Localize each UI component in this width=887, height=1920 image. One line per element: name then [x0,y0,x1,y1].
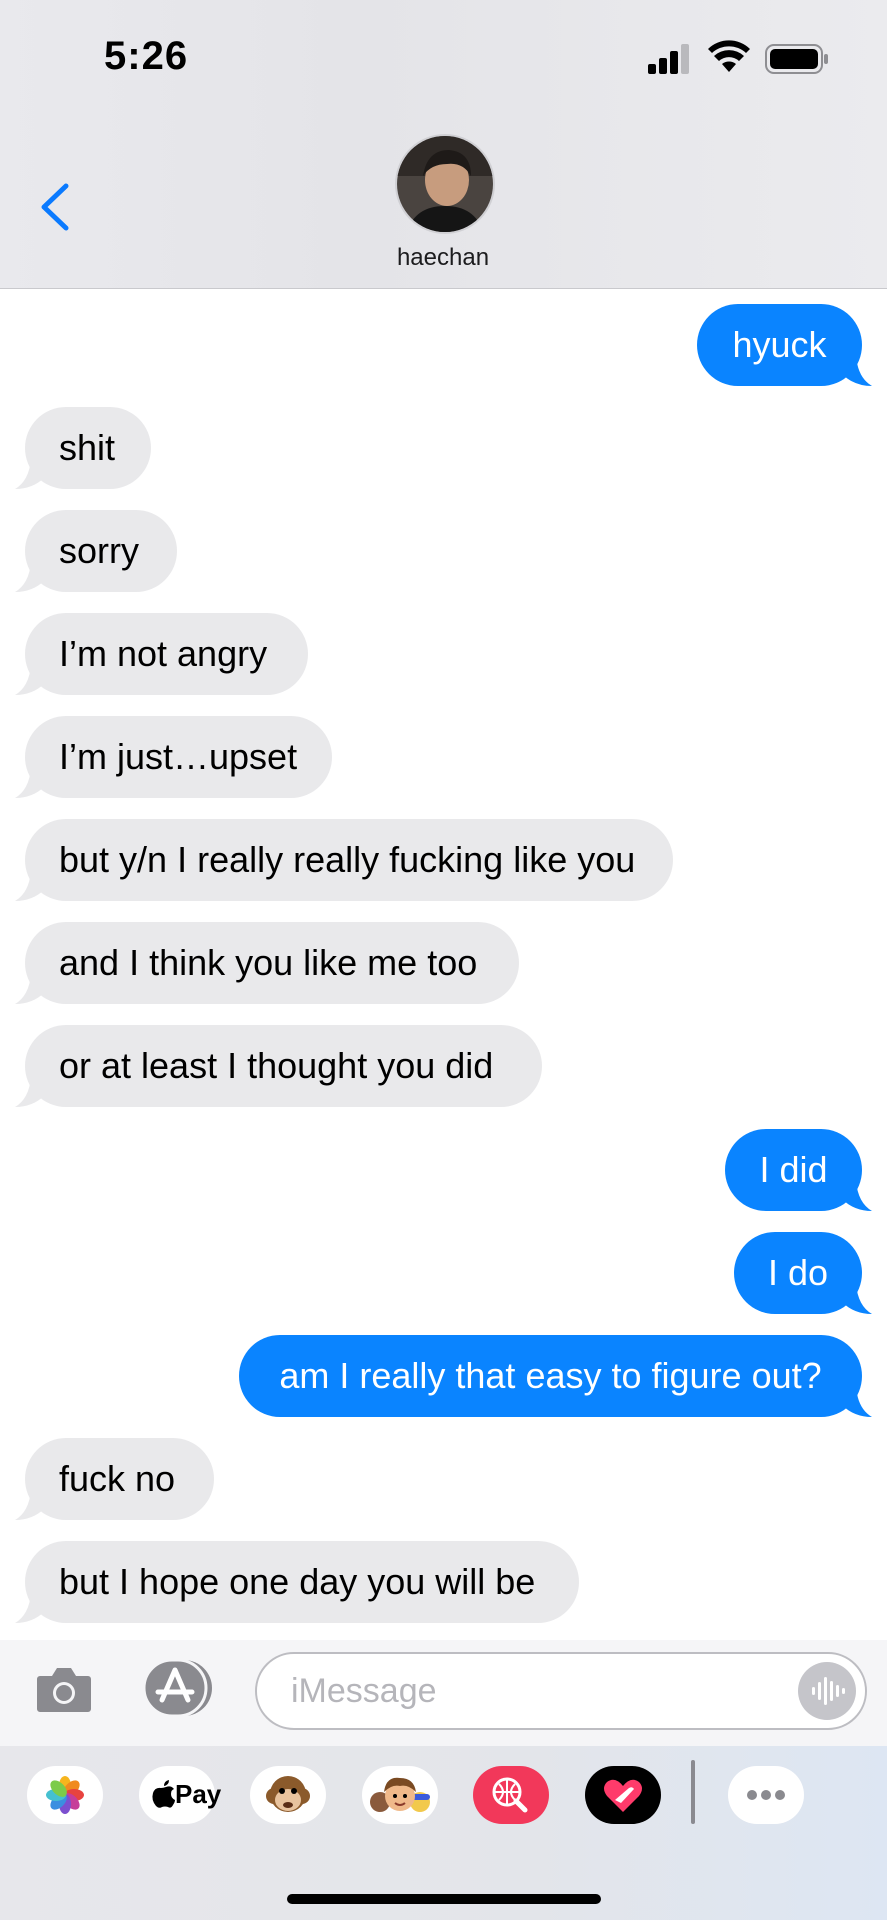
message-bubble-received[interactable]: fuck no [15,1438,214,1520]
message-bubble-received[interactable]: sorry [15,510,177,592]
image-search-icon[interactable] [473,1766,549,1824]
message-text: I do [767,1252,829,1293]
wifi-icon [708,40,750,72]
message-bubble-received[interactable]: but I hope one day you will be [15,1541,579,1623]
conversation-header: 5:26 haechan [0,0,887,289]
animoji-icon[interactable] [250,1766,326,1824]
message-text: I did [759,1149,828,1190]
message-text: am I really that easy to figure out? [279,1355,822,1396]
message-text: I’m not angry [59,633,268,674]
message-text: but I hope one day you will be [59,1561,536,1602]
memoji-icon[interactable] [362,1766,438,1824]
audio-message-button[interactable] [798,1662,856,1720]
message-text: and I think you like me too [59,942,478,983]
compose-bar [0,1640,887,1746]
more-icon[interactable] [728,1766,804,1824]
battery-icon [765,44,828,74]
app-drawer: Pay [0,1746,887,1920]
message-bubble-received[interactable]: shit [15,407,151,489]
message-text: I’m just…upset [59,736,298,777]
contact-name[interactable]: haechan [343,244,543,272]
message-text: but y/n I really really fucking like you [59,839,636,880]
message-bubble-sent[interactable]: I do [734,1232,872,1314]
home-indicator[interactable] [287,1894,601,1904]
app-store-icon[interactable] [144,1660,214,1716]
message-bubble-received[interactable]: or at least I thought you did [15,1025,542,1107]
drawer-divider [691,1760,695,1824]
apple-pay-label: Pay [175,1779,222,1809]
message-bubble-sent[interactable]: I did [725,1129,872,1211]
cellular-signal-icon [648,44,690,74]
message-bubble-received[interactable]: I’m not angry [15,613,308,695]
apple-pay-icon[interactable]: Pay [139,1766,221,1824]
message-bubble-received[interactable]: I’m just…upset [15,716,332,798]
message-input[interactable] [255,1652,867,1730]
back-chevron-icon[interactable] [36,182,76,232]
message-text: fuck no [59,1458,176,1499]
contact-avatar[interactable] [395,134,495,234]
message-text: hyuck [732,324,827,365]
digital-touch-icon[interactable] [585,1766,661,1824]
message-text: sorry [59,530,139,571]
message-bubble-received[interactable]: and I think you like me too [15,922,519,1004]
message-text: or at least I thought you did [59,1045,494,1086]
message-bubble-received[interactable]: but y/n I really really fucking like you [15,819,673,901]
message-bubble-sent[interactable]: hyuck [697,304,872,386]
photos-icon[interactable] [27,1766,103,1824]
waveform-icon [812,1677,845,1705]
status-time: 5:26 [104,34,189,78]
message-bubble-sent[interactable]: am I really that easy to figure out? [239,1335,872,1417]
message-text: shit [59,427,116,468]
camera-icon[interactable] [36,1664,92,1714]
